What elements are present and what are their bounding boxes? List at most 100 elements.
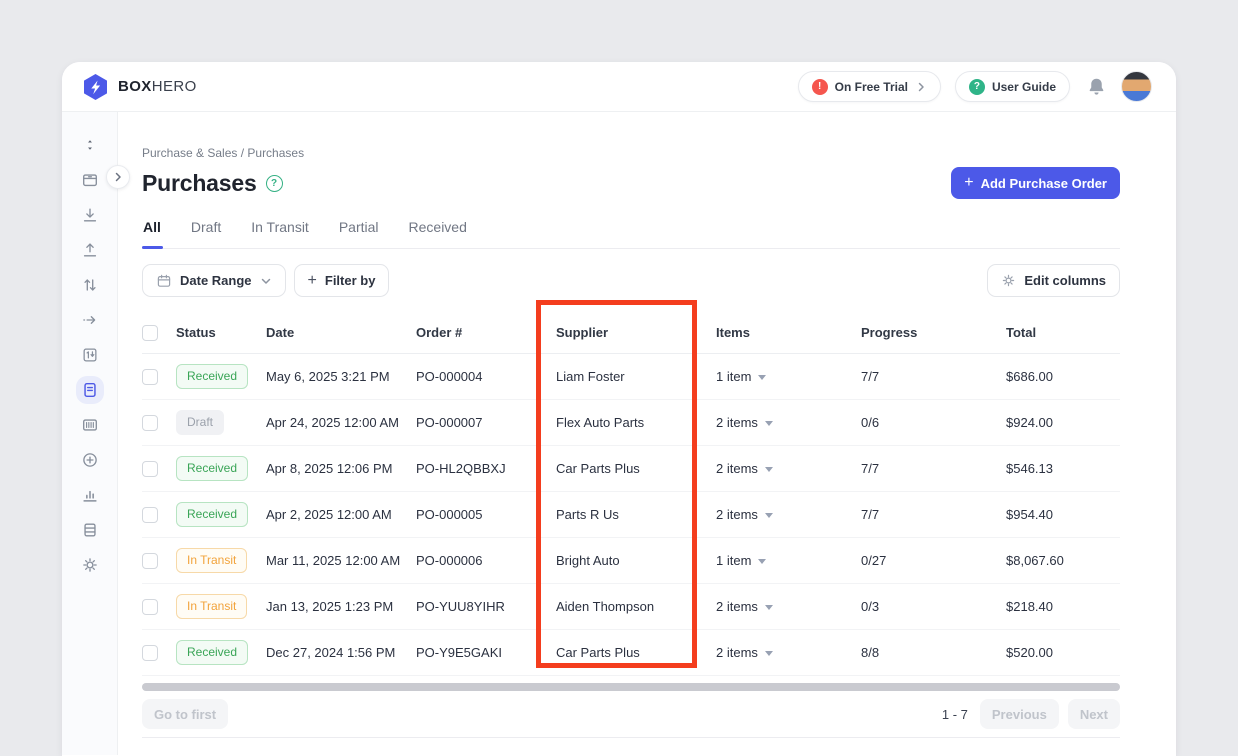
go-to-first-button[interactable]: Go to first <box>142 699 228 729</box>
date-cell: Apr 2, 2025 12:00 AM <box>266 507 416 522</box>
tab-in-transit[interactable]: In Transit <box>250 213 310 248</box>
free-trial-button[interactable]: ! On Free Trial <box>798 71 941 102</box>
sidebar-item-purchases[interactable] <box>81 381 99 399</box>
user-guide-label: User Guide <box>992 80 1056 94</box>
notification-bell-icon[interactable] <box>1086 76 1107 97</box>
date-cell: Apr 24, 2025 12:00 AM <box>266 415 416 430</box>
header-order: Order # <box>416 325 556 340</box>
table-row[interactable]: Draft Apr 24, 2025 12:00 AM PO-000007 Fl… <box>142 400 1120 446</box>
gear-icon <box>1001 273 1016 288</box>
table-row[interactable]: Received Apr 2, 2025 12:00 AM PO-000005 … <box>142 492 1120 538</box>
progress-cell: 7/7 <box>861 461 1006 476</box>
items-dropdown[interactable]: 1 item <box>716 553 861 568</box>
chevron-down-icon <box>765 467 773 472</box>
items-dropdown[interactable]: 2 items <box>716 599 861 614</box>
date-cell: Dec 27, 2024 1:56 PM <box>266 645 416 660</box>
row-checkbox[interactable] <box>142 461 158 477</box>
chevron-down-icon <box>758 559 766 564</box>
horizontal-scrollbar[interactable] <box>142 683 1120 691</box>
table-row[interactable]: In Transit Jan 13, 2025 1:23 PM PO-YUU8Y… <box>142 584 1120 630</box>
tab-draft[interactable]: Draft <box>190 213 222 248</box>
row-checkbox[interactable] <box>142 507 158 523</box>
header-status: Status <box>176 325 266 340</box>
purchases-table: Status Date Order # Supplier Items Progr… <box>142 312 1120 676</box>
transactions-icon[interactable] <box>81 346 99 364</box>
order-cell: PO-000007 <box>416 415 556 430</box>
next-button[interactable]: Next <box>1068 699 1120 729</box>
edit-columns-button[interactable]: Edit columns <box>987 264 1120 297</box>
analytics-icon[interactable] <box>81 486 99 504</box>
chevron-down-icon <box>260 275 272 287</box>
table-row[interactable]: In Transit Mar 11, 2025 12:00 AM PO-0000… <box>142 538 1120 584</box>
sidebar-expand-button[interactable] <box>106 165 130 189</box>
storage-box-icon[interactable] <box>81 171 99 189</box>
items-dropdown[interactable]: 2 items <box>716 645 861 660</box>
row-checkbox[interactable] <box>142 599 158 615</box>
page-title: Purchases <box>142 170 257 197</box>
data-center-icon[interactable] <box>81 521 99 539</box>
pagination-range: 1 - 7 <box>942 707 968 722</box>
add-purchase-order-button[interactable]: + Add Purchase Order <box>951 167 1120 199</box>
screen: BOXHERO ! On Free Trial ? User Guide <box>0 0 1238 756</box>
status-badge: Received <box>176 502 248 526</box>
stock-in-icon[interactable] <box>81 206 99 224</box>
header-items: Items <box>716 325 861 340</box>
table-row[interactable]: Received Dec 27, 2024 1:56 PM PO-Y9E5GAK… <box>142 630 1120 676</box>
user-avatar[interactable] <box>1121 71 1152 102</box>
app-window: BOXHERO ! On Free Trial ? User Guide <box>62 62 1176 756</box>
progress-cell: 7/7 <box>861 369 1006 384</box>
barcode-icon[interactable] <box>81 416 99 434</box>
stock-move-icon[interactable] <box>81 311 99 329</box>
tab-received[interactable]: Received <box>408 213 468 248</box>
bottom-divider <box>142 737 1120 738</box>
stock-out-icon[interactable] <box>81 241 99 259</box>
add-item-icon[interactable] <box>81 451 99 469</box>
chevron-down-icon <box>765 651 773 656</box>
chevron-right-icon <box>915 81 927 93</box>
main-content: Purchase & Sales / Purchases Purchases ?… <box>118 112 1176 755</box>
header-date: Date <box>266 325 416 340</box>
user-guide-button[interactable]: ? User Guide <box>955 71 1070 102</box>
chevron-down-icon <box>758 375 766 380</box>
date-range-button[interactable]: Date Range <box>142 264 286 297</box>
date-range-label: Date Range <box>180 273 252 288</box>
supplier-cell: Car Parts Plus <box>556 461 716 476</box>
row-checkbox[interactable] <box>142 415 158 431</box>
title-row: Purchases ? + Add Purchase Order <box>142 167 1120 199</box>
date-cell: Jan 13, 2025 1:23 PM <box>266 599 416 614</box>
settings-gear-icon[interactable] <box>81 556 99 574</box>
row-checkbox[interactable] <box>142 553 158 569</box>
items-dropdown[interactable]: 2 items <box>716 507 861 522</box>
app-body: Purchase & Sales / Purchases Purchases ?… <box>62 112 1176 755</box>
order-cell: PO-000005 <box>416 507 556 522</box>
total-cell: $218.40 <box>1006 599 1120 614</box>
table-row[interactable]: Received May 6, 2025 3:21 PM PO-000004 L… <box>142 354 1120 400</box>
date-cell: Mar 11, 2025 12:00 AM <box>266 553 416 568</box>
pagination: Go to first 1 - 7 Previous Next <box>142 699 1120 729</box>
total-cell: $924.00 <box>1006 415 1120 430</box>
supplier-cell: Car Parts Plus <box>556 645 716 660</box>
items-dropdown[interactable]: 1 item <box>716 369 861 384</box>
progress-cell: 0/3 <box>861 599 1006 614</box>
items-dropdown[interactable]: 2 items <box>716 415 861 430</box>
boxhero-logo-text: BOXHERO <box>118 78 197 95</box>
items-dropdown[interactable]: 2 items <box>716 461 861 476</box>
filter-by-label: Filter by <box>325 273 376 288</box>
filter-by-button[interactable]: + Filter by <box>294 264 390 297</box>
row-checkbox[interactable] <box>142 369 158 385</box>
select-all-checkbox[interactable] <box>142 325 158 341</box>
add-purchase-order-label: Add Purchase Order <box>981 176 1107 191</box>
tab-partial[interactable]: Partial <box>338 213 380 248</box>
boxhero-logo[interactable]: BOXHERO <box>82 73 197 101</box>
double-caret-icon[interactable] <box>81 136 99 154</box>
row-checkbox[interactable] <box>142 645 158 661</box>
order-cell: PO-Y9E5GAKI <box>416 645 556 660</box>
previous-button[interactable]: Previous <box>980 699 1059 729</box>
breadcrumb[interactable]: Purchase & Sales / Purchases <box>142 146 1120 160</box>
table-row[interactable]: Received Apr 8, 2025 12:06 PM PO-HL2QBBX… <box>142 446 1120 492</box>
filter-row: Date Range + Filter by Edit <box>142 264 1120 297</box>
stock-adjust-icon[interactable] <box>81 276 99 294</box>
tab-all[interactable]: All <box>142 213 162 248</box>
help-icon[interactable]: ? <box>266 175 283 192</box>
free-trial-label: On Free Trial <box>835 80 908 94</box>
